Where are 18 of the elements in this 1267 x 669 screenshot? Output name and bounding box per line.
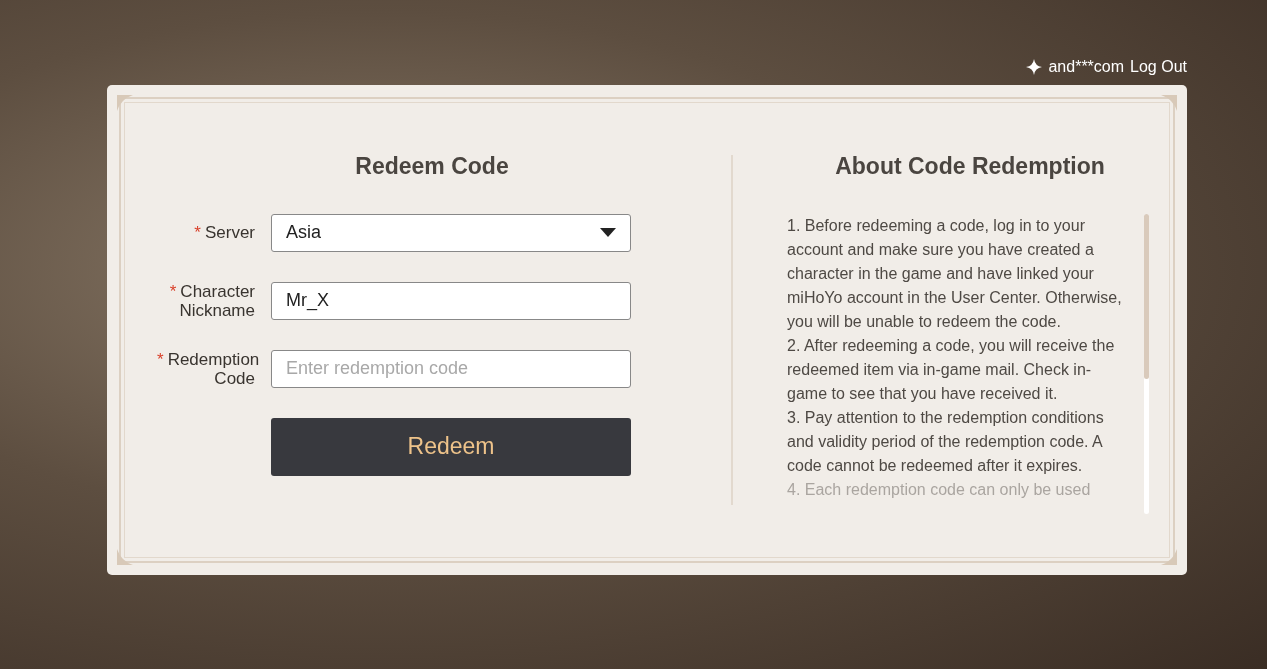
redeem-button[interactable]: Redeem bbox=[271, 417, 631, 476]
instruction-paragraph: 3. Pay attention to the redemption conditions and validity period of the redemption code. A code cannot be redeemed after it expires. bbox=[787, 407, 1105, 476]
about-title: About Code Redemption bbox=[834, 153, 1106, 181]
field-label: * Server bbox=[193, 221, 256, 242]
instruction-paragraph: 2. After redeeming a code, you will receive the redeemed item via in-game mail. Check in-game to see that you have received it. bbox=[787, 335, 1116, 404]
instruction-paragraph: 1. Before redeeming a code, log in to your account and make sure you have created a character in the game and have linked your miHoYo account in the User Center. Otherwise, you will be unable to redeem the code. bbox=[787, 215, 1123, 332]
sparkle-icon bbox=[1026, 59, 1043, 75]
input-field[interactable]: Mr_X bbox=[271, 281, 631, 320]
server-dropdown[interactable]: Asia bbox=[271, 213, 631, 252]
input-field[interactable]: Enter redemption code bbox=[271, 349, 631, 388]
form-title: Redeem Code bbox=[354, 153, 510, 181]
log-out-link[interactable]: Log Out bbox=[1130, 55, 1187, 79]
field-label: * Character Nickname bbox=[168, 281, 256, 320]
caret-icon bbox=[600, 228, 616, 238]
instruction-paragraph: 4. Each redemption code can only be used bbox=[787, 479, 1092, 500]
account-name: and***com bbox=[1048, 57, 1125, 77]
field-label: * Redemption Code bbox=[156, 349, 261, 388]
scrollbar[interactable] bbox=[1144, 213, 1149, 514]
